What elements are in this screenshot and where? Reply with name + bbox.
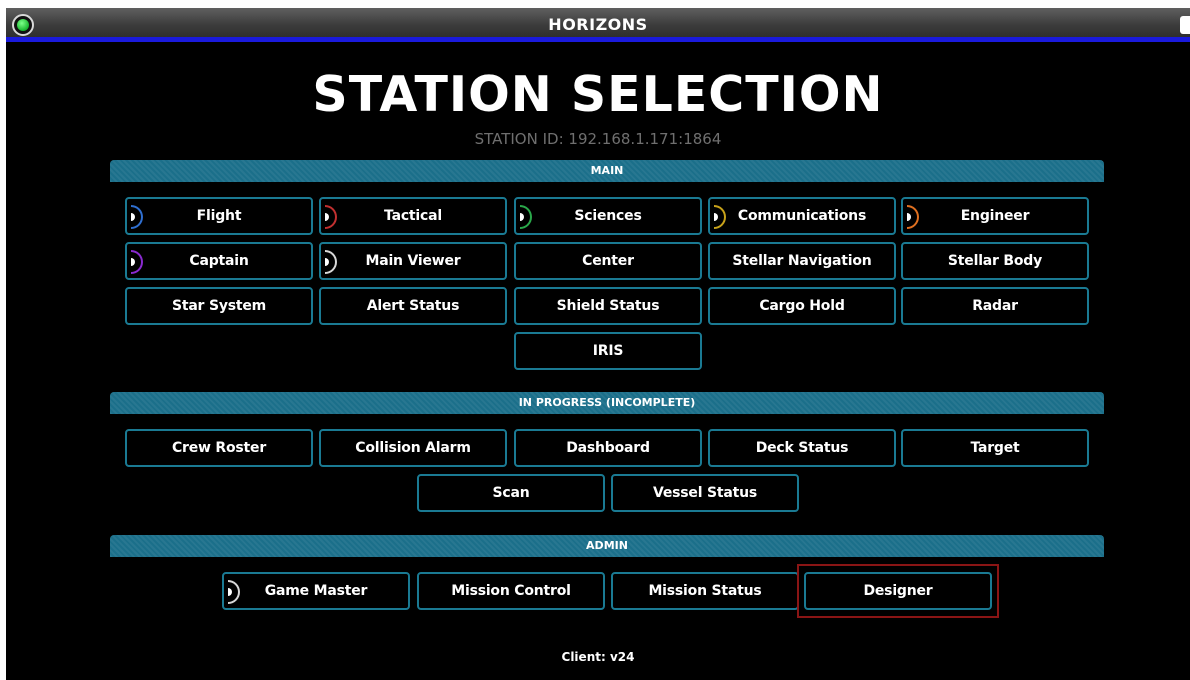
station-button-stellar-navigation[interactable]: Stellar Navigation <box>708 242 896 280</box>
station-button-shield-status[interactable]: Shield Status <box>514 287 702 325</box>
station-button-mission-control[interactable]: Mission Control <box>417 572 605 610</box>
station-button-alert-status[interactable]: Alert Status <box>319 287 507 325</box>
button-label: Flight <box>196 208 242 224</box>
button-label: Radar <box>972 298 1018 314</box>
station-button-scan[interactable]: Scan <box>417 474 605 512</box>
station-button-iris[interactable]: IRIS <box>514 332 702 370</box>
main-viewer-icon <box>325 250 337 274</box>
page-title: STATION SELECTION <box>312 66 884 123</box>
button-label: Designer <box>863 583 933 599</box>
station-button-deck-status[interactable]: Deck Status <box>708 429 896 467</box>
title-bar: HORIZONS <box>6 8 1190 42</box>
sciences-icon <box>520 205 532 229</box>
app-window: HORIZONS STATION SELECTION STATION ID: 1… <box>6 8 1190 680</box>
station-button-flight[interactable]: Flight <box>125 197 313 235</box>
communications-icon <box>714 205 726 229</box>
station-button-vessel-status[interactable]: Vessel Status <box>611 474 799 512</box>
station-button-engineer[interactable]: Engineer <box>901 197 1089 235</box>
station-button-target[interactable]: Target <box>901 429 1089 467</box>
station-button-mission-status[interactable]: Mission Status <box>611 572 799 610</box>
button-label: Star System <box>171 298 267 314</box>
station-button-radar[interactable]: Radar <box>901 287 1089 325</box>
button-label: Cargo Hold <box>759 298 845 314</box>
button-label: Sciences <box>574 208 642 224</box>
button-label: Main Viewer <box>365 253 461 269</box>
button-label: Deck Status <box>755 440 849 456</box>
station-button-game-master[interactable]: Game Master <box>222 572 410 610</box>
button-label: Mission Control <box>451 583 571 599</box>
station-button-captain[interactable]: Captain <box>125 242 313 280</box>
station-button-sciences[interactable]: Sciences <box>514 197 702 235</box>
button-label: IRIS <box>592 343 624 359</box>
station-button-designer[interactable]: Designer <box>804 572 992 610</box>
station-button-center[interactable]: Center <box>514 242 702 280</box>
button-label: Crew Roster <box>171 440 267 456</box>
station-id: STATION ID: 192.168.1.171:1864 <box>474 130 722 148</box>
fullscreen-icon[interactable] <box>1180 16 1190 34</box>
window-title: HORIZONS <box>548 15 648 34</box>
button-label: Stellar Navigation <box>732 253 872 269</box>
button-label: Tactical <box>384 208 442 224</box>
section-header-in-progress: IN PROGRESS (INCOMPLETE) <box>110 392 1104 414</box>
button-label: Communications <box>737 208 867 224</box>
station-button-communications[interactable]: Communications <box>708 197 896 235</box>
station-button-crew-roster[interactable]: Crew Roster <box>125 429 313 467</box>
button-label: Captain <box>189 253 249 269</box>
section-header-admin: ADMIN <box>110 535 1104 557</box>
captain-icon <box>131 250 143 274</box>
button-label: Center <box>582 253 634 269</box>
station-button-stellar-body[interactable]: Stellar Body <box>901 242 1089 280</box>
button-label: Scan <box>492 485 530 501</box>
section-header-main: MAIN <box>110 160 1104 182</box>
button-label: Collision Alarm <box>355 440 471 456</box>
button-label: Game Master <box>264 583 368 599</box>
game-master-icon <box>228 580 240 604</box>
tactical-icon <box>325 205 337 229</box>
station-button-tactical[interactable]: Tactical <box>319 197 507 235</box>
button-label: Shield Status <box>556 298 660 314</box>
station-button-main-viewer[interactable]: Main Viewer <box>319 242 507 280</box>
station-button-cargo-hold[interactable]: Cargo Hold <box>708 287 896 325</box>
station-button-star-system[interactable]: Star System <box>125 287 313 325</box>
button-label: Alert Status <box>366 298 460 314</box>
station-button-collision-alarm[interactable]: Collision Alarm <box>319 429 507 467</box>
button-label: Dashboard <box>566 440 650 456</box>
station-button-dashboard[interactable]: Dashboard <box>514 429 702 467</box>
button-label: Mission Status <box>648 583 762 599</box>
button-label: Stellar Body <box>947 253 1043 269</box>
engineer-icon <box>907 205 919 229</box>
button-label: Engineer <box>960 208 1030 224</box>
button-label: Target <box>970 440 1020 456</box>
button-label: Vessel Status <box>652 485 757 501</box>
client-version: Client: v24 <box>561 650 635 664</box>
flight-icon <box>131 205 143 229</box>
